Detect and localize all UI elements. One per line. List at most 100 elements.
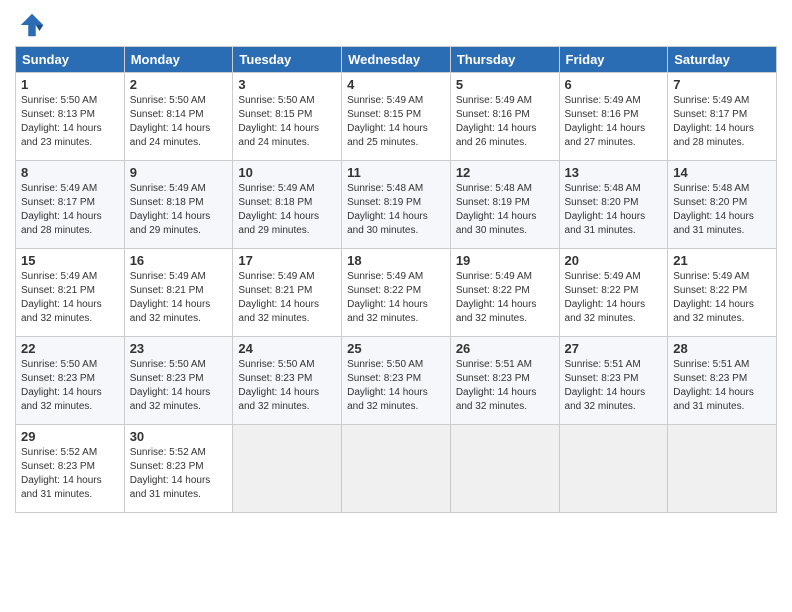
day-info: Sunrise: 5:51 AMSunset: 8:23 PMDaylight:…: [673, 358, 771, 414]
day-cell: 21 Sunrise: 5:49 AMSunset: 8:22 PMDayligh…: [668, 249, 777, 337]
day-number: 15: [21, 253, 119, 268]
day-info: Sunrise: 5:50 AMSunset: 8:23 PMDaylight:…: [347, 358, 445, 414]
day-cell: 14Sunrise: 5:48 AMSunset: 8:20 PMDayligh…: [668, 161, 777, 249]
day-cell: 27 Sunrise: 5:51 AMSunset: 8:23 PMDayligh…: [559, 337, 668, 425]
day-cell: 23Sunrise: 5:50 AMSunset: 8:23 PMDayligh…: [124, 337, 233, 425]
day-number: 12: [456, 165, 554, 180]
day-cell: [450, 425, 559, 513]
day-info: Sunrise: 5:51 AMSunset: 8:23 PMDaylight:…: [565, 358, 663, 414]
day-number: 21: [673, 253, 771, 268]
day-cell: 25 Sunrise: 5:50 AMSunset: 8:23 PMDayligh…: [342, 337, 451, 425]
day-info: Sunrise: 5:49 AMSunset: 8:16 PMDaylight:…: [456, 94, 554, 150]
day-info: Sunrise: 5:48 AMSunset: 8:19 PMDaylight:…: [456, 182, 554, 238]
weekday-header-friday: Friday: [559, 47, 668, 73]
day-info: Sunrise: 5:48 AMSunset: 8:20 PMDaylight:…: [565, 182, 663, 238]
weekday-header-thursday: Thursday: [450, 47, 559, 73]
header-row: [15, 10, 777, 40]
day-number: 25: [347, 341, 445, 356]
day-cell: [233, 425, 342, 513]
day-number: 16: [130, 253, 228, 268]
weekday-header-tuesday: Tuesday: [233, 47, 342, 73]
day-cell: 29 Sunrise: 5:52 AMSunset: 8:23 PMDayligh…: [16, 425, 125, 513]
day-cell: 4Sunrise: 5:49 AMSunset: 8:15 PMDaylight…: [342, 73, 451, 161]
day-info: Sunrise: 5:50 AMSunset: 8:23 PMDaylight:…: [21, 358, 119, 414]
day-number: 1: [21, 77, 119, 92]
day-cell: 9 Sunrise: 5:49 AMSunset: 8:18 PMDaylight…: [124, 161, 233, 249]
day-number: 22: [21, 341, 119, 356]
day-number: 10: [238, 165, 336, 180]
day-number: 4: [347, 77, 445, 92]
day-info: Sunrise: 5:49 AMSunset: 8:22 PMDaylight:…: [347, 270, 445, 326]
day-info: Sunrise: 5:49 AMSunset: 8:18 PMDaylight:…: [130, 182, 228, 238]
day-info: Sunrise: 5:51 AMSunset: 8:23 PMDaylight:…: [456, 358, 554, 414]
week-row-3: 15 Sunrise: 5:49 AMSunset: 8:21 PMDayligh…: [16, 249, 777, 337]
day-info: Sunrise: 5:49 AMSunset: 8:21 PMDaylight:…: [130, 270, 228, 326]
week-row-2: 8 Sunrise: 5:49 AMSunset: 8:17 PMDaylight…: [16, 161, 777, 249]
day-number: 2: [130, 77, 228, 92]
day-info: Sunrise: 5:49 AMSunset: 8:16 PMDaylight:…: [565, 94, 663, 150]
day-number: 29: [21, 429, 119, 444]
day-cell: 18 Sunrise: 5:49 AMSunset: 8:22 PMDayligh…: [342, 249, 451, 337]
day-number: 26: [456, 341, 554, 356]
weekday-header-monday: Monday: [124, 47, 233, 73]
week-row-4: 22 Sunrise: 5:50 AMSunset: 8:23 PMDayligh…: [16, 337, 777, 425]
day-cell: 19 Sunrise: 5:49 AMSunset: 8:22 PMDayligh…: [450, 249, 559, 337]
day-number: 6: [565, 77, 663, 92]
day-number: 8: [21, 165, 119, 180]
day-cell: 16 Sunrise: 5:49 AMSunset: 8:21 PMDayligh…: [124, 249, 233, 337]
day-number: 28: [673, 341, 771, 356]
day-cell: 17 Sunrise: 5:49 AMSunset: 8:21 PMDayligh…: [233, 249, 342, 337]
day-cell: 3 Sunrise: 5:50 AMSunset: 8:15 PMDaylight…: [233, 73, 342, 161]
day-info: Sunrise: 5:49 AMSunset: 8:21 PMDaylight:…: [21, 270, 119, 326]
day-number: 3: [238, 77, 336, 92]
day-info: Sunrise: 5:52 AMSunset: 8:23 PMDaylight:…: [130, 446, 228, 502]
day-number: 20: [565, 253, 663, 268]
day-cell: 12 Sunrise: 5:48 AMSunset: 8:19 PMDayligh…: [450, 161, 559, 249]
day-info: Sunrise: 5:49 AMSunset: 8:22 PMDaylight:…: [456, 270, 554, 326]
day-number: 19: [456, 253, 554, 268]
day-number: 18: [347, 253, 445, 268]
day-info: Sunrise: 5:49 AMSunset: 8:17 PMDaylight:…: [673, 94, 771, 150]
day-number: 11: [347, 165, 445, 180]
day-info: Sunrise: 5:50 AMSunset: 8:15 PMDaylight:…: [238, 94, 336, 150]
day-number: 24: [238, 341, 336, 356]
day-number: 9: [130, 165, 228, 180]
day-cell: 26 Sunrise: 5:51 AMSunset: 8:23 PMDayligh…: [450, 337, 559, 425]
logo: [15, 10, 47, 40]
day-cell: 7Sunrise: 5:49 AMSunset: 8:17 PMDaylight…: [668, 73, 777, 161]
day-info: Sunrise: 5:49 AMSunset: 8:22 PMDaylight:…: [565, 270, 663, 326]
day-cell: 20 Sunrise: 5:49 AMSunset: 8:22 PMDayligh…: [559, 249, 668, 337]
day-cell: 8 Sunrise: 5:49 AMSunset: 8:17 PMDaylight…: [16, 161, 125, 249]
day-number: 14: [673, 165, 771, 180]
day-info: Sunrise: 5:49 AMSunset: 8:21 PMDaylight:…: [238, 270, 336, 326]
day-number: 5: [456, 77, 554, 92]
day-cell: [668, 425, 777, 513]
day-number: 23: [130, 341, 228, 356]
day-info: Sunrise: 5:52 AMSunset: 8:23 PMDaylight:…: [21, 446, 119, 502]
day-cell: [342, 425, 451, 513]
day-number: 13: [565, 165, 663, 180]
day-cell: [559, 425, 668, 513]
logo-icon: [17, 10, 47, 40]
day-cell: 30Sunrise: 5:52 AMSunset: 8:23 PMDayligh…: [124, 425, 233, 513]
day-cell: 11Sunrise: 5:48 AMSunset: 8:19 PMDayligh…: [342, 161, 451, 249]
day-info: Sunrise: 5:50 AMSunset: 8:13 PMDaylight:…: [21, 94, 119, 150]
day-cell: 22 Sunrise: 5:50 AMSunset: 8:23 PMDayligh…: [16, 337, 125, 425]
day-cell: 6 Sunrise: 5:49 AMSunset: 8:16 PMDaylight…: [559, 73, 668, 161]
weekday-header-sunday: Sunday: [16, 47, 125, 73]
weekday-header-row: SundayMondayTuesdayWednesdayThursdayFrid…: [16, 47, 777, 73]
day-cell: 15 Sunrise: 5:49 AMSunset: 8:21 PMDayligh…: [16, 249, 125, 337]
weekday-header-wednesday: Wednesday: [342, 47, 451, 73]
day-cell: 1 Sunrise: 5:50 AMSunset: 8:13 PMDaylight…: [16, 73, 125, 161]
day-info: Sunrise: 5:50 AMSunset: 8:14 PMDaylight:…: [130, 94, 228, 150]
day-number: 27: [565, 341, 663, 356]
weekday-header-saturday: Saturday: [668, 47, 777, 73]
day-info: Sunrise: 5:49 AMSunset: 8:17 PMDaylight:…: [21, 182, 119, 238]
day-info: Sunrise: 5:49 AMSunset: 8:22 PMDaylight:…: [673, 270, 771, 326]
day-cell: 24Sunrise: 5:50 AMSunset: 8:23 PMDayligh…: [233, 337, 342, 425]
day-number: 17: [238, 253, 336, 268]
day-info: Sunrise: 5:49 AMSunset: 8:18 PMDaylight:…: [238, 182, 336, 238]
day-cell: 28 Sunrise: 5:51 AMSunset: 8:23 PMDayligh…: [668, 337, 777, 425]
week-row-1: 1 Sunrise: 5:50 AMSunset: 8:13 PMDaylight…: [16, 73, 777, 161]
week-row-5: 29 Sunrise: 5:52 AMSunset: 8:23 PMDayligh…: [16, 425, 777, 513]
